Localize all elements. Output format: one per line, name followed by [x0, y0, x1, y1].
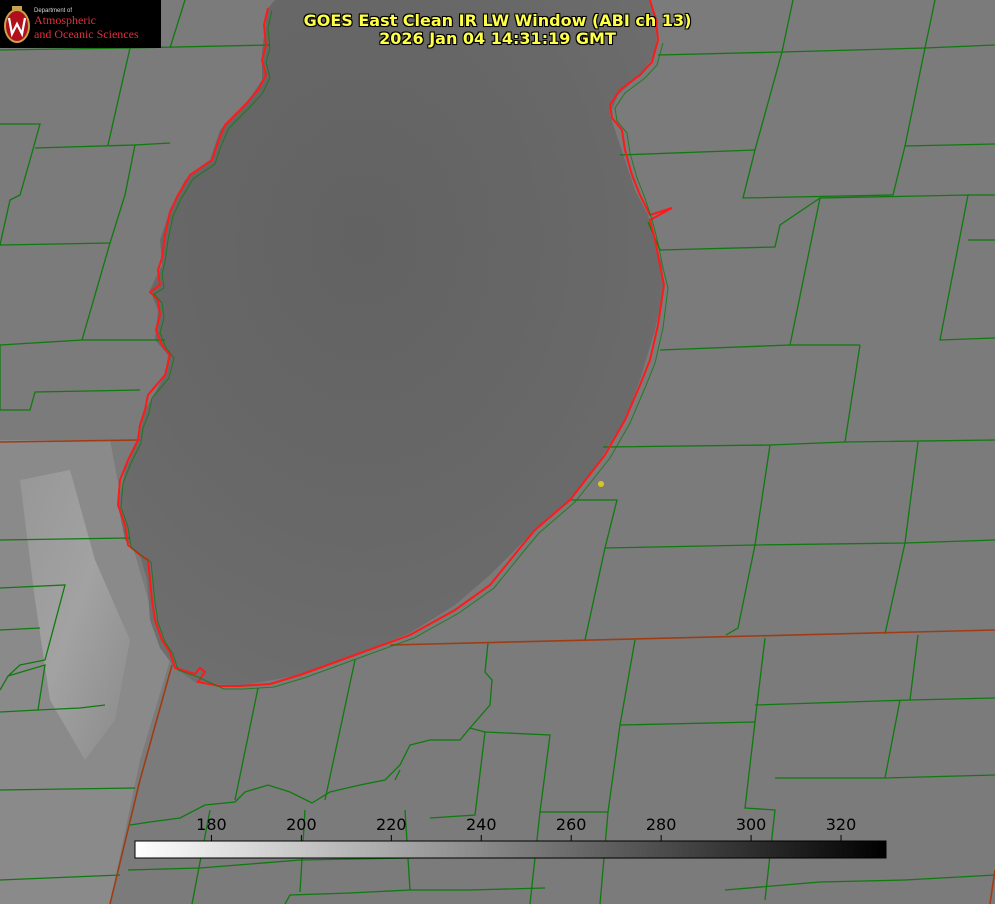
colorbar-tick-label: 180: [196, 815, 227, 834]
colorbar-tick-label: 240: [466, 815, 497, 834]
colorbar-gradient: [134, 840, 887, 859]
location-marker[interactable]: [598, 481, 604, 487]
colorbar-tick-label: 260: [556, 815, 587, 834]
image-timestamp: 2026 Jan 04 14:31:19 GMT: [379, 29, 616, 48]
image-title: GOES East Clean IR LW Window (ABI ch 13): [303, 11, 692, 30]
colorbar-tick-label: 280: [646, 815, 677, 834]
colorbar-tick-label: 320: [826, 815, 857, 834]
satellite-map[interactable]: 180 200 220 240 260 280 300 320: [0, 0, 995, 904]
colorbar-tick-label: 300: [736, 815, 767, 834]
colorbar-tick-label: 220: [376, 815, 407, 834]
colorbar-tick-label: 200: [286, 815, 317, 834]
